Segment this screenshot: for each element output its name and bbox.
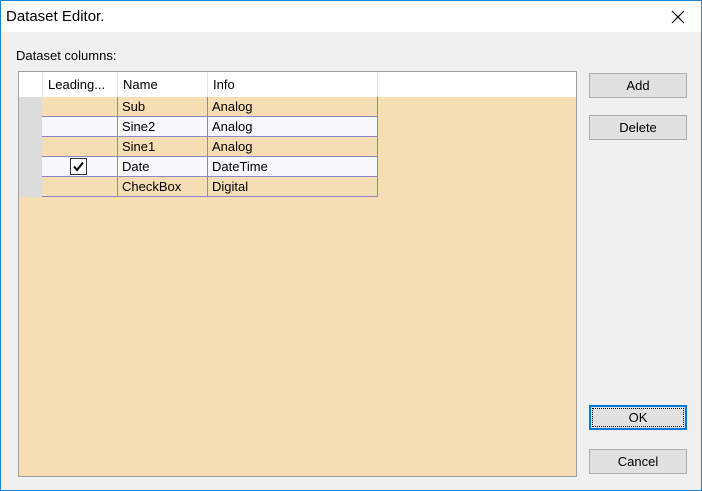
close-button[interactable] <box>655 1 701 32</box>
dataset-columns-label: Dataset columns: <box>16 48 117 63</box>
ok-button[interactable]: OK <box>589 405 687 430</box>
column-header-info[interactable]: Info <box>208 72 378 97</box>
cancel-button[interactable]: Cancel <box>589 449 687 474</box>
column-header-name[interactable]: Name <box>118 72 208 97</box>
name-cell[interactable]: Sub <box>118 97 208 117</box>
window-title: Dataset Editor. <box>6 8 105 25</box>
info-cell[interactable]: Analog <box>208 97 378 117</box>
info-cell[interactable]: Analog <box>208 137 378 157</box>
close-icon <box>671 10 685 24</box>
leading-checkbox[interactable] <box>70 158 87 175</box>
name-cell[interactable]: Sine1 <box>118 137 208 157</box>
dataset-editor-window: Dataset Editor. Dataset columns: Leading… <box>0 0 702 491</box>
info-cell[interactable]: Analog <box>208 117 378 137</box>
focus-rectangle <box>592 408 684 427</box>
info-cell[interactable]: DateTime <box>208 157 378 177</box>
row-header[interactable] <box>19 177 42 197</box>
leading-cell[interactable] <box>42 97 118 117</box>
row-header-corner <box>19 72 43 97</box>
dataset-columns-grid[interactable]: Leading... Name Info Sub Analog Sine2 An… <box>18 71 577 477</box>
name-cell[interactable]: CheckBox <box>118 177 208 197</box>
leading-cell[interactable] <box>42 177 118 197</box>
row-header[interactable] <box>19 97 42 117</box>
leading-cell[interactable] <box>42 157 118 177</box>
checkmark-icon <box>73 161 84 172</box>
row-header[interactable] <box>19 117 42 137</box>
info-cell[interactable]: Digital <box>208 177 378 197</box>
column-header-leading[interactable]: Leading... <box>43 72 118 97</box>
add-button[interactable]: Add <box>589 73 687 98</box>
leading-cell[interactable] <box>42 137 118 157</box>
grid-header: Leading... Name Info <box>19 72 576 97</box>
name-cell[interactable]: Date <box>118 157 208 177</box>
title-bar[interactable]: Dataset Editor. <box>1 1 701 32</box>
name-cell[interactable]: Sine2 <box>118 117 208 137</box>
row-header[interactable] <box>19 137 42 157</box>
row-header[interactable] <box>19 157 42 177</box>
leading-cell[interactable] <box>42 117 118 137</box>
delete-button[interactable]: Delete <box>589 115 687 140</box>
